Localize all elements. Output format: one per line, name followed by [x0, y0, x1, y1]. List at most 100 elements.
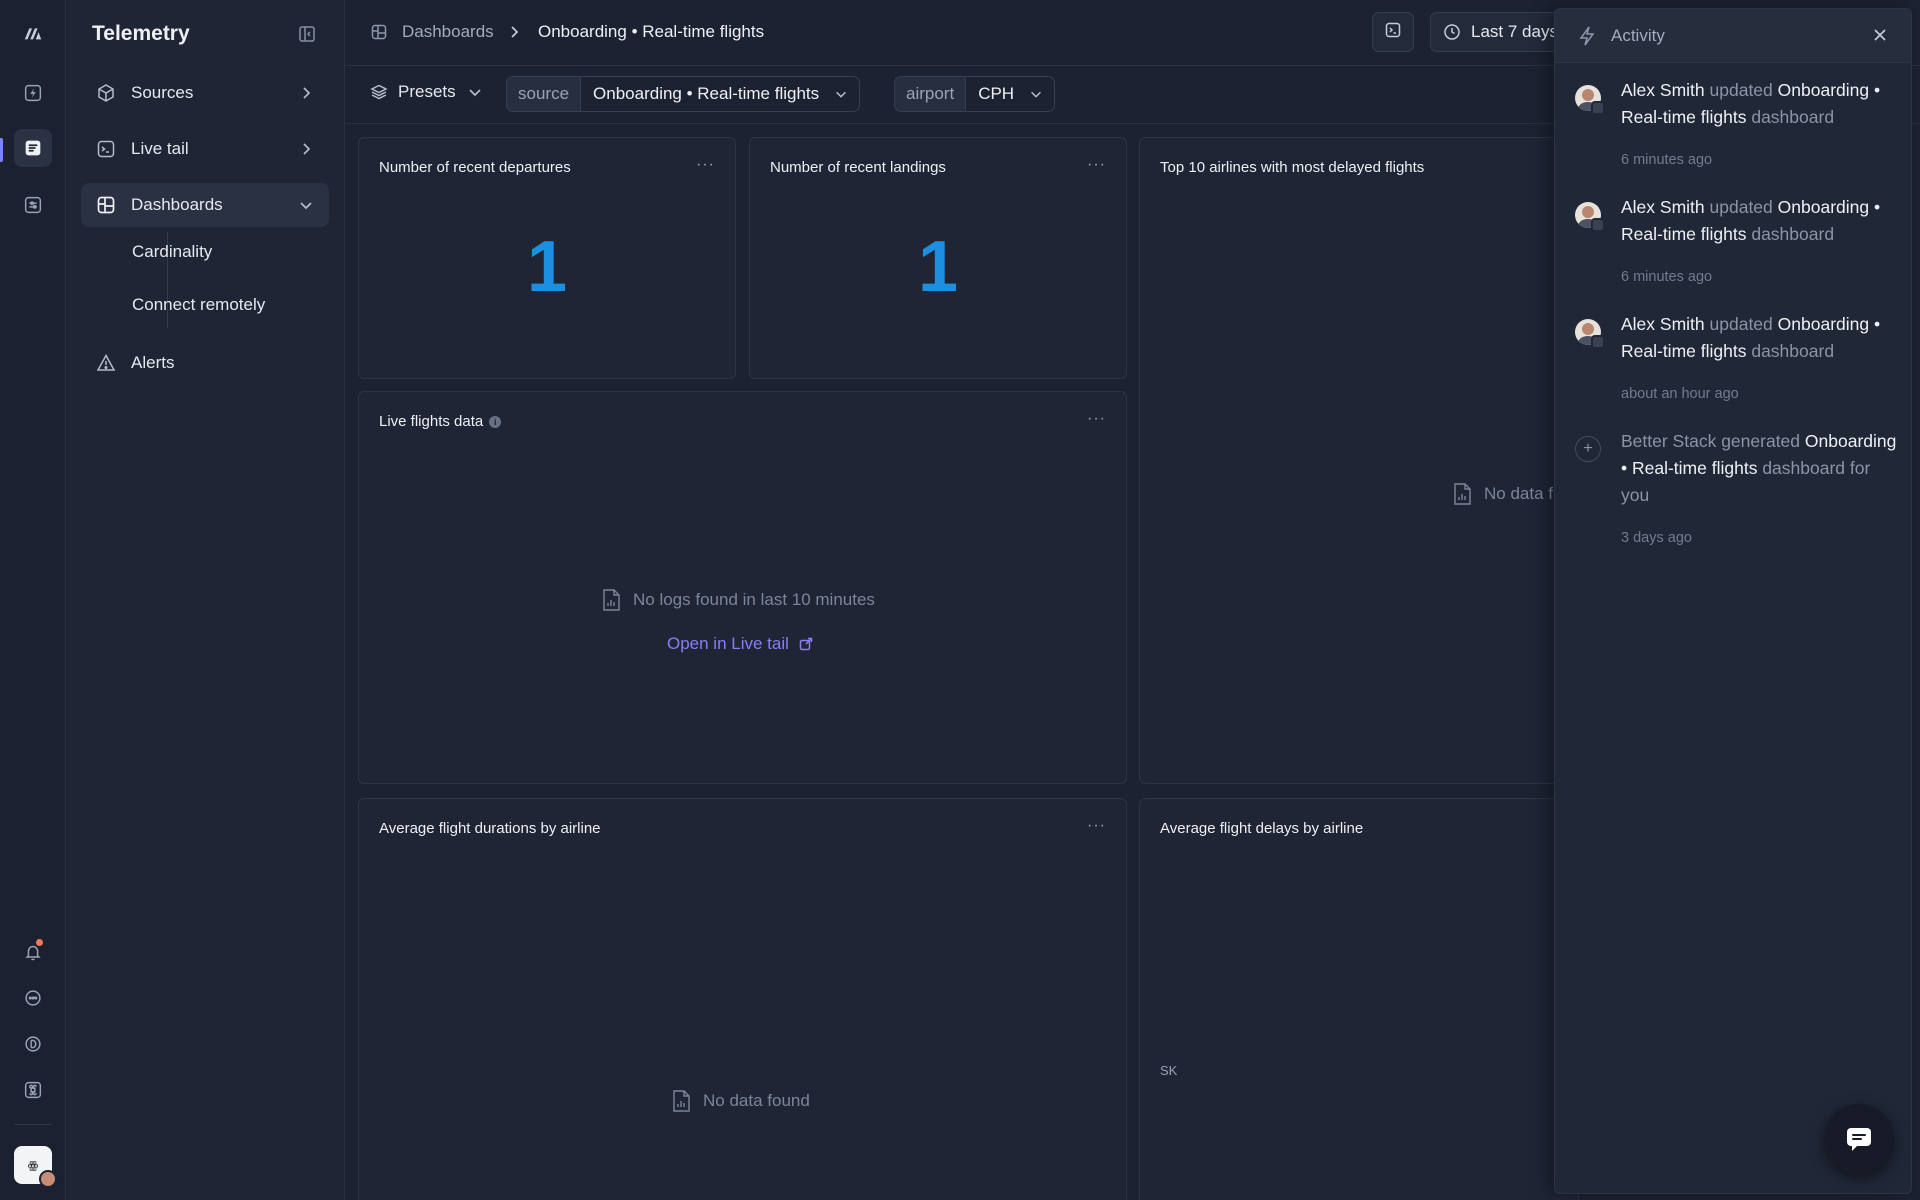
sidebar-item-dashboards[interactable]: Dashboards [81, 183, 329, 227]
activity-header: Activity [1555, 9, 1911, 63]
activity-verb: updated [1709, 314, 1773, 334]
sidebar: Telemetry Sources Live tail Dashboards C… [67, 0, 345, 1200]
chat-bubble-icon [1847, 1128, 1871, 1151]
dashboard-badge-icon [1591, 335, 1605, 349]
user-avatar[interactable] [39, 1170, 57, 1188]
live-tail-button[interactable] [1372, 12, 1414, 52]
activity-actor: Alex Smith [1621, 314, 1705, 334]
chevron-right-icon [297, 84, 315, 102]
panel-flight-delays: Average flight delays by airline SK [1139, 798, 1579, 1200]
warning-icon [95, 352, 117, 374]
presets-dropdown[interactable]: Presets [370, 82, 484, 102]
chevron-right-icon [506, 24, 522, 40]
chart-axis-label: SK [1160, 1063, 1178, 1078]
chevron-right-icon [297, 140, 315, 158]
activity-actor: Better Stack [1621, 431, 1717, 451]
dashboard-badge-icon [1591, 218, 1605, 232]
document-chart-icon [1454, 483, 1471, 505]
airport-filter-key: airport [895, 77, 967, 111]
empty-state-text: No data found [703, 1091, 810, 1110]
panel-title: Average flight durations by airline [379, 820, 601, 837]
sidebar-subitem-connect-remotely[interactable]: Connect remotely [132, 295, 265, 315]
open-live-tail-link[interactable]: Open in Live tail [667, 634, 813, 654]
sidebar-item-live-tail[interactable]: Live tail [81, 127, 329, 171]
panel-title-text: Live flights data [379, 413, 484, 430]
activity-panel: Activity Alex Smith updated Onboarding •… [1554, 8, 1912, 1194]
source-filter-value[interactable]: Onboarding • Real-time flights [581, 77, 859, 111]
sidebar-item-sources[interactable]: Sources [81, 71, 329, 115]
source-filter-key: source [507, 77, 582, 111]
dashboard-badge-icon [1591, 101, 1605, 115]
panel-menu-button[interactable]: ··· [696, 156, 715, 174]
chevron-down-icon [466, 83, 484, 101]
activity-suffix: dashboard [1751, 341, 1835, 361]
activity-actor: Alex Smith [1621, 80, 1705, 100]
rail-active-indicator [0, 138, 3, 162]
activity-title: Activity [1611, 26, 1665, 45]
airport-filter[interactable]: airport CPH [894, 76, 1056, 112]
source-filter-value-text: Onboarding • Real-time flights [593, 84, 820, 103]
activity-text: Better Stack generated Onboarding • Real… [1621, 428, 1903, 509]
layers-icon [370, 83, 388, 101]
panel-title: Live flights data i [379, 413, 502, 430]
command-icon[interactable] [14, 1071, 52, 1109]
plus-icon: + [1575, 436, 1601, 462]
terminal-icon [1384, 21, 1402, 44]
activity-text: Alex Smith updated Onboarding • Real-tim… [1621, 311, 1903, 365]
rail-divider [14, 1124, 52, 1125]
panel-flight-durations: Average flight durations by airline ··· … [358, 798, 1127, 1200]
clock-icon [1443, 23, 1461, 41]
sidebar-item-label: Live tail [131, 139, 189, 158]
panel-menu-button[interactable]: ··· [1087, 410, 1106, 428]
activity-time: 3 days ago [1621, 530, 1692, 546]
docs-icon[interactable] [14, 1025, 52, 1063]
sidebar-subitem-cardinality[interactable]: Cardinality [132, 242, 212, 262]
warehouse-icon[interactable] [14, 186, 52, 224]
support-chat-button[interactable] [1824, 1104, 1894, 1174]
breadcrumb-current: Onboarding • Real-time flights [538, 22, 765, 41]
close-icon[interactable] [1871, 26, 1889, 44]
sidebar-item-label: Sources [131, 83, 194, 102]
panel-menu-button[interactable]: ··· [1087, 817, 1106, 835]
metric-value: 1 [917, 227, 959, 307]
document-chart-icon [603, 589, 620, 611]
panel-title: Number of recent departures [379, 159, 571, 176]
empty-state: No data f [1452, 482, 1553, 506]
collapse-sidebar-icon[interactable] [297, 24, 317, 44]
activity-suffix: dashboard [1751, 107, 1835, 127]
app-rail: ꙮ [0, 0, 66, 1200]
sidebar-item-alerts[interactable]: Alerts [81, 341, 329, 385]
airport-filter-value[interactable]: CPH [966, 77, 1054, 111]
chat-icon[interactable] [14, 979, 52, 1017]
empty-state: No logs found in last 10 minutes [601, 588, 875, 612]
dashboard-grid-icon [370, 23, 388, 41]
external-link-icon [799, 637, 813, 651]
empty-state: No data found [671, 1089, 810, 1113]
airport-filter-value-text: CPH [978, 84, 1015, 103]
activity-time: about an hour ago [1621, 386, 1739, 402]
source-filter[interactable]: source Onboarding • Real-time flights [506, 76, 861, 112]
activity-text: Alex Smith updated Onboarding • Real-tim… [1621, 194, 1903, 248]
panel-title: Top 10 airlines with most delayed flight… [1160, 159, 1425, 176]
uptime-icon[interactable] [14, 74, 52, 112]
open-live-tail-link-text: Open in Live tail [667, 634, 789, 653]
panel-title: Number of recent landings [770, 159, 946, 176]
panel-recent-departures: Number of recent departures ··· 1 [358, 137, 736, 379]
activity-text: Alex Smith updated Onboarding • Real-tim… [1621, 77, 1903, 131]
logo-icon[interactable] [14, 14, 52, 52]
panel-menu-button[interactable]: ··· [1087, 156, 1106, 174]
time-range-label: Last 7 days [1471, 22, 1558, 41]
panel-delayed-airlines: Top 10 airlines with most delayed flight… [1139, 137, 1579, 784]
chevron-down-icon [1031, 91, 1042, 98]
activity-time: 6 minutes ago [1621, 269, 1713, 285]
breadcrumb-dashboards[interactable]: Dashboards [402, 22, 494, 42]
info-icon[interactable]: i [489, 416, 502, 428]
metric-value: 1 [526, 227, 568, 307]
document-chart-icon [673, 1090, 690, 1112]
terminal-icon [95, 138, 117, 160]
chevron-down-icon [836, 91, 847, 98]
activity-actor: Alex Smith [1621, 197, 1705, 217]
notifications-icon[interactable] [14, 933, 52, 971]
telemetry-icon[interactable] [14, 129, 52, 167]
bolt-icon [1577, 25, 1597, 47]
